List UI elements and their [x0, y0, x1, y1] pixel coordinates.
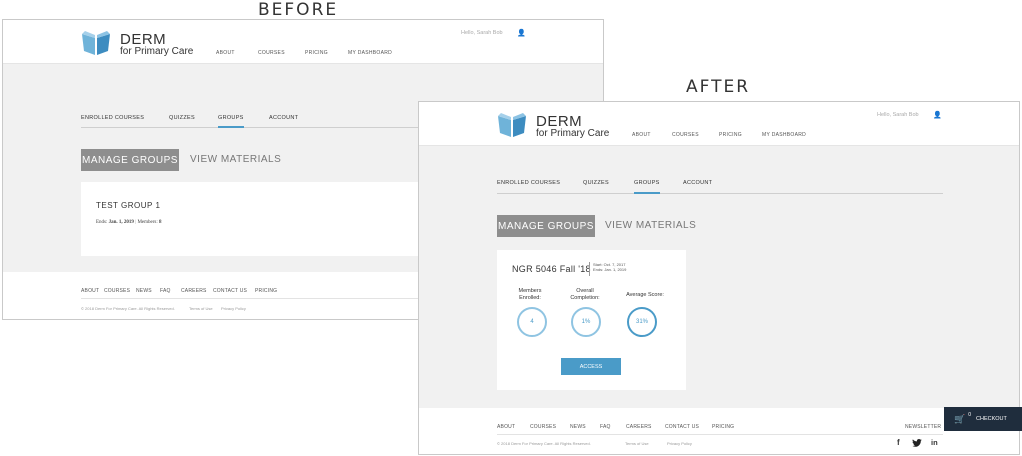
site-footer: ABOUT COURSES NEWS FAQ CAREERS CONTACT U…	[419, 408, 1019, 454]
footer-pricing[interactable]: PRICING	[712, 424, 734, 430]
manage-groups-button[interactable]: MANAGE GROUPS	[497, 215, 595, 237]
footer-contact-us[interactable]: CONTACT US	[665, 424, 699, 430]
tab-quizzes[interactable]: QUIZZES	[169, 115, 195, 121]
footer-news[interactable]: NEWS	[136, 288, 152, 294]
footer-careers[interactable]: CAREERS	[626, 424, 652, 430]
user-icon[interactable]: 👤	[933, 111, 942, 119]
stat-members-value: 4	[530, 319, 534, 325]
nav-courses[interactable]: COURSES	[672, 132, 699, 138]
brand-tagline: for Primary Care	[536, 128, 610, 139]
members-label: Members:	[137, 220, 158, 225]
tab-groups[interactable]: GROUPS	[634, 180, 660, 186]
greeting[interactable]: Hello, Sarah Bob	[877, 112, 919, 118]
footer-courses[interactable]: COURSES	[104, 288, 130, 294]
ends-label: Ends:	[96, 220, 108, 225]
stat-completion-circle: 1%	[571, 307, 601, 337]
cart-count: 0	[968, 412, 971, 418]
tab-active-indicator	[218, 126, 244, 128]
group-card: NGR 5046 Fall '18 Start: Oct. 7, 2017 En…	[497, 250, 686, 390]
site-header: DERM for Primary Care ABOUT COURSES PRIC…	[3, 20, 603, 64]
stat-average-value: 31%	[635, 319, 648, 325]
book-logo-icon[interactable]	[81, 30, 111, 56]
view-materials-button[interactable]: VIEW MATERIALS	[190, 154, 281, 165]
stat-members-label-line2: Enrolled:	[519, 295, 541, 301]
nav-pricing[interactable]: PRICING	[719, 132, 742, 138]
footer-careers[interactable]: CAREERS	[181, 288, 207, 294]
manage-groups-button[interactable]: MANAGE GROUPS	[81, 149, 179, 171]
stat-completion-label-line1: Overall	[576, 288, 594, 294]
checkout-button[interactable]: 🛒 0 CHECKOUT	[944, 407, 1022, 431]
brand-tagline: for Primary Care	[120, 46, 194, 57]
group-name-divider	[589, 262, 590, 276]
book-logo-icon[interactable]	[497, 112, 527, 138]
stat-average-circle: 31%	[627, 307, 657, 337]
site-header: DERM for Primary Care ABOUT COURSES PRIC…	[419, 102, 1019, 146]
tab-account[interactable]: ACCOUNT	[683, 180, 712, 186]
nav-courses[interactable]: COURSES	[258, 50, 285, 56]
nav-about[interactable]: ABOUT	[216, 50, 235, 56]
tab-active-indicator	[634, 192, 660, 194]
footer-terms[interactable]: Terms of Use	[189, 306, 213, 311]
content-area: ENROLLED COURSES QUIZZES GROUPS ACCOUNT …	[419, 146, 1019, 408]
tab-enrolled-courses[interactable]: ENROLLED COURSES	[81, 115, 144, 121]
after-caption: AFTER	[686, 77, 751, 97]
footer-copyright: © 2018 Derm For Primary Care. All Rights…	[81, 306, 175, 311]
view-materials-button[interactable]: VIEW MATERIALS	[605, 220, 696, 231]
stat-members-label-line1: Members	[518, 288, 542, 294]
footer-copyright: © 2018 Derm For Primary Care. All Rights…	[497, 441, 591, 446]
nav-about[interactable]: ABOUT	[632, 132, 651, 138]
group-name[interactable]: NGR 5046 Fall '18	[512, 264, 591, 274]
tab-groups[interactable]: GROUPS	[218, 115, 244, 121]
twitter-icon[interactable]	[912, 439, 922, 447]
footer-contact-us[interactable]: CONTACT US	[213, 288, 247, 294]
tab-account[interactable]: ACCOUNT	[269, 115, 298, 121]
tab-divider	[497, 193, 943, 194]
ends-value: Jan. 1, 2019	[108, 220, 134, 225]
after-screenshot: DERM for Primary Care ABOUT COURSES PRIC…	[418, 101, 1020, 455]
stat-completion-value: 1%	[581, 319, 591, 325]
before-caption: BEFORE	[258, 0, 339, 20]
access-button[interactable]: ACCESS	[561, 358, 621, 375]
footer-terms[interactable]: Terms of Use	[625, 441, 649, 446]
stat-average-label: Average Score:	[615, 292, 675, 299]
footer-courses[interactable]: COURSES	[530, 424, 556, 430]
group-end-date: Ends: Jan. 1, 2019	[593, 267, 627, 272]
group-meta: Ends: Jan. 1, 2019 | Members: 8	[96, 220, 161, 225]
footer-privacy[interactable]: Privacy Policy	[221, 306, 246, 311]
group-dates: Start: Oct. 7, 2017 Ends: Jan. 1, 2019	[593, 262, 626, 272]
tab-enrolled-courses[interactable]: ENROLLED COURSES	[497, 180, 560, 186]
footer-news[interactable]: NEWS	[570, 424, 586, 430]
footer-faq[interactable]: FAQ	[160, 288, 171, 294]
footer-divider	[497, 434, 943, 435]
linkedin-icon[interactable]: in	[931, 438, 938, 447]
facebook-icon[interactable]: f	[897, 438, 900, 447]
footer-about[interactable]: ABOUT	[81, 288, 99, 294]
stat-average-label-line1: Average Score:	[626, 292, 664, 298]
stat-completion-label: Overall Completion:	[565, 288, 605, 302]
footer-privacy[interactable]: Privacy Policy	[667, 441, 692, 446]
footer-faq[interactable]: FAQ	[600, 424, 611, 430]
footer-pricing[interactable]: PRICING	[255, 288, 277, 294]
stat-members-circle: 4	[517, 307, 547, 337]
cart-icon: 🛒	[954, 413, 966, 424]
user-icon[interactable]: 👤	[517, 29, 526, 37]
stat-completion-label-line2: Completion:	[570, 295, 600, 301]
stat-members-label: Members Enrolled:	[513, 288, 547, 302]
tab-quizzes[interactable]: QUIZZES	[583, 180, 609, 186]
members-value: 8	[158, 220, 162, 225]
footer-about[interactable]: ABOUT	[497, 424, 515, 430]
group-name[interactable]: TEST GROUP 1	[96, 201, 160, 210]
nav-my-dashboard[interactable]: MY DASHBOARD	[762, 132, 806, 138]
nav-my-dashboard[interactable]: MY DASHBOARD	[348, 50, 392, 56]
footer-newsletter[interactable]: NEWSLETTER	[905, 424, 941, 430]
nav-pricing[interactable]: PRICING	[305, 50, 328, 56]
checkout-label: CHECKOUT	[976, 416, 1007, 422]
greeting[interactable]: Hello, Sarah Bob	[461, 30, 503, 36]
